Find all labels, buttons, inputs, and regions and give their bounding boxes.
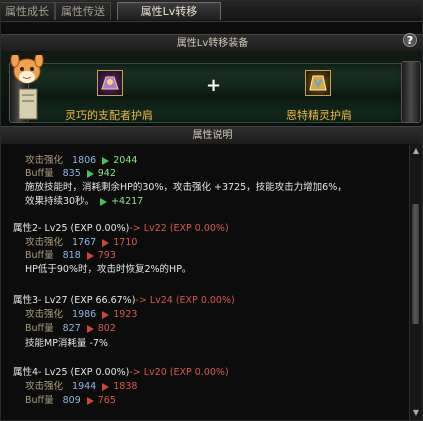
attr-level-target: -> Lv22 (EXP 0.00%) — [129, 223, 229, 234]
increase-arrow-icon — [100, 197, 108, 206]
attr1-effect-line-2: 效果持续30秒。 +4217 — [25, 193, 143, 207]
description-section-header: 属性说明 — [1, 126, 422, 146]
decrease-arrow-icon — [86, 396, 94, 405]
attribute-description-list: 攻击强化 1806 2044 Buff量 835 942 施放技能时，消耗剩余HP的… — [1, 144, 409, 420]
stat-old-value: 818 — [62, 250, 81, 261]
stat-new-value: 942 — [97, 168, 116, 179]
decrease-arrow-icon — [102, 310, 110, 319]
increase-arrow-icon — [102, 156, 110, 165]
attr2-header: 属性2- Lv25 (EXP 0.00%)-> Lv22 (EXP 0.00%) — [13, 220, 229, 234]
scroll-down-icon[interactable]: ▼ — [411, 408, 421, 418]
stat-new-value: 793 — [97, 250, 116, 261]
shoulder-armor-icon — [101, 76, 119, 90]
attr3-attack-row: 攻击强化 1986 1923 — [25, 306, 137, 320]
attr1-attack-row: 攻击强化 1806 2044 — [25, 152, 137, 166]
stat-new-value: 1710 — [113, 237, 138, 248]
increase-arrow-icon — [86, 169, 94, 178]
mascot-icon — [10, 55, 44, 120]
tab-bar: 属性成长 属性传送 属性Lv转移 — [1, 1, 422, 22]
stat-new-value: 765 — [97, 395, 116, 406]
stat-old-value: 809 — [62, 395, 81, 406]
attr3-buff-row: Buff量 827 802 — [25, 320, 116, 334]
stat-label: Buff量 — [25, 250, 54, 261]
decrease-arrow-icon — [102, 382, 110, 391]
stat-label: Buff量 — [25, 395, 54, 406]
stat-old-value: 827 — [62, 323, 81, 334]
stat-new-value: 2044 — [113, 155, 138, 166]
stat-label: 攻击强化 — [25, 381, 64, 392]
decrease-arrow-icon — [102, 238, 110, 247]
attr1-buff-row: Buff量 835 942 — [25, 165, 116, 179]
tab-attribute-growth[interactable]: 属性成长 — [1, 2, 55, 20]
attr3-header: 属性3- Lv27 (EXP 66.67%)-> Lv24 (EXP 0.00%… — [13, 292, 235, 306]
stat-old-value: 1986 — [72, 309, 97, 320]
stat-label: Buff量 — [25, 323, 54, 334]
target-equipment-slot[interactable] — [305, 70, 331, 96]
attr-level-text: 属性3- Lv27 (EXP 66.67%) — [13, 295, 136, 306]
scroll-up-icon[interactable]: ▲ — [411, 146, 421, 156]
stat-old-value: 1944 — [72, 381, 97, 392]
tab-attribute-lv-transfer[interactable]: 属性Lv转移 — [117, 2, 221, 20]
attr-level-target: -> Lv24 (EXP 0.00%) — [135, 295, 235, 306]
attr2-attack-row: 攻击强化 1767 1710 — [25, 234, 137, 248]
stat-new-value: 802 — [97, 323, 116, 334]
target-equipment-name: 恩特精灵护肩 — [286, 109, 352, 122]
stat-label: Buff量 — [25, 168, 54, 179]
tube-right-cap — [401, 61, 421, 123]
attr4-attack-row: 攻击强化 1944 1838 — [25, 378, 137, 392]
attr1-effect-line: 施放技能时，消耗剩余HP的30%，攻击强化 +3725，技能攻击力增加6%， — [25, 182, 347, 193]
decrease-arrow-icon — [86, 251, 94, 260]
attr2-effect-line: HP低于90%时，攻击时恢复2%的HP。 — [25, 264, 192, 275]
scroll-thumb[interactable] — [412, 204, 419, 324]
attr3-effect-line: 技能MP消耗量 -7% — [25, 338, 108, 349]
shoulder-armor-icon — [309, 75, 327, 91]
stat-new-value: 1838 — [113, 381, 138, 392]
attr-level-text: 属性4- Lv25 (EXP 0.00%) — [13, 367, 130, 378]
attr4-buff-row: Buff量 809 765 — [25, 392, 116, 406]
help-button[interactable]: ? — [403, 33, 417, 47]
attribute-transfer-window: 属性成长 属性传送 属性Lv转移 属性Lv转移装备 ? + 灵巧的支配者护肩 恩… — [0, 0, 423, 421]
effect-new-value: +4217 — [111, 196, 144, 207]
stat-old-value: 835 — [62, 168, 81, 179]
effect-text: 效果持续30秒。 — [25, 196, 95, 207]
scrollbar[interactable]: ▲ ▼ — [409, 144, 422, 420]
tab-attribute-transfer[interactable]: 属性传送 — [55, 2, 111, 20]
source-equipment-name: 灵巧的支配者护肩 — [65, 109, 153, 122]
plus-icon: + — [206, 75, 222, 96]
attr-level-text: 属性2- Lv25 (EXP 0.00%) — [13, 223, 130, 234]
source-equipment-slot[interactable] — [97, 70, 123, 96]
attr2-buff-row: Buff量 818 793 — [25, 247, 116, 261]
attr4-header: 属性4- Lv25 (EXP 0.00%)-> Lv20 (EXP 0.00%) — [13, 364, 229, 378]
stat-label: 攻击强化 — [25, 309, 64, 320]
decrease-arrow-icon — [86, 324, 94, 333]
stat-new-value: 1923 — [113, 309, 138, 320]
attr-level-target: -> Lv20 (EXP 0.00%) — [129, 367, 229, 378]
